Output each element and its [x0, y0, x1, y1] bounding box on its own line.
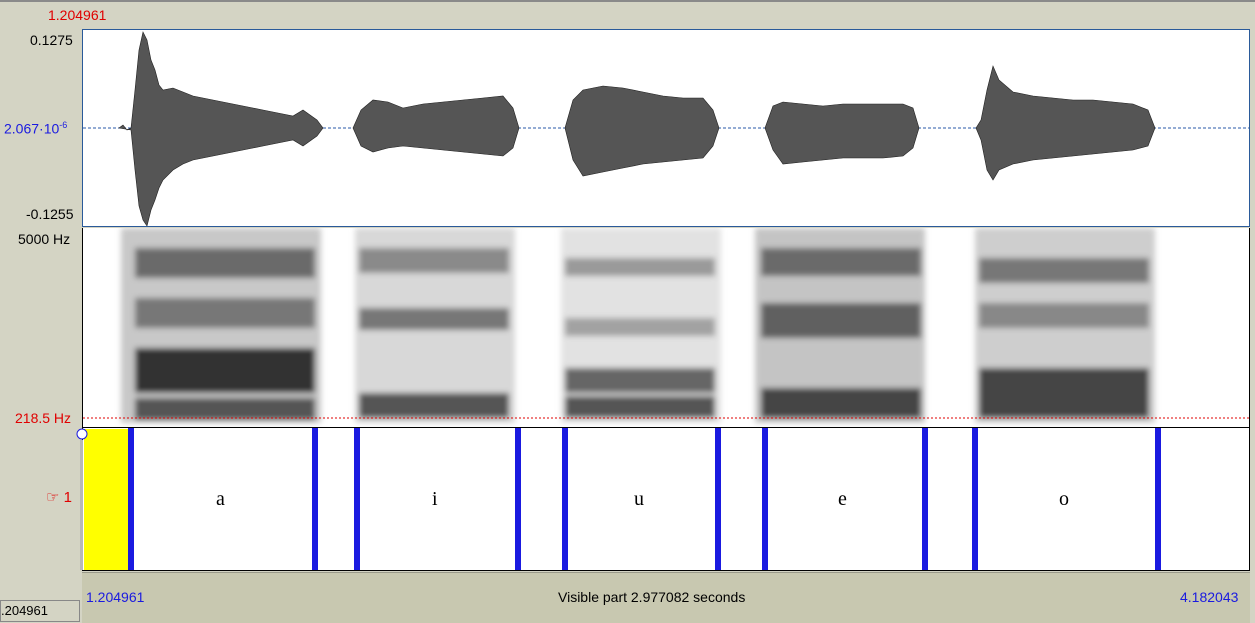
interval-boundary[interactable]	[1155, 428, 1161, 570]
selection-highlight	[84, 429, 129, 570]
visible-end-time[interactable]: 4.182043	[1180, 589, 1238, 605]
interval-label[interactable]: i	[432, 488, 438, 511]
time-bar[interactable]: 1.204961 Visible part 2.977082 seconds 4…	[82, 572, 1250, 623]
waveform-mid-label: 2.067·10-6	[4, 120, 68, 137]
tier-number-label[interactable]: ☞ 1	[46, 488, 72, 506]
interval-boundary[interactable]	[762, 428, 768, 570]
visible-part-label[interactable]: Visible part 2.977082 seconds	[558, 589, 745, 605]
spectrogram-graphic	[83, 228, 1249, 423]
interval-boundary[interactable]	[128, 428, 134, 570]
interval-label[interactable]: o	[1059, 488, 1069, 511]
tier-scroll-edge	[80, 440, 83, 570]
interval-boundary[interactable]	[312, 428, 318, 570]
spectrogram-max-label: 5000 Hz	[18, 231, 71, 247]
interval-boundary[interactable]	[515, 428, 521, 570]
waveform-panel[interactable]	[82, 29, 1250, 227]
cursor-time-label: 1.204961	[48, 7, 107, 23]
window-top-border	[0, 0, 1255, 2]
interval-boundary[interactable]	[354, 428, 360, 570]
waveform-graphic	[83, 31, 1249, 226]
interval-label[interactable]: u	[634, 488, 644, 511]
interval-label[interactable]: a	[216, 488, 225, 511]
interval-boundary[interactable]	[922, 428, 928, 570]
interval-label[interactable]: e	[838, 488, 847, 511]
total-start-time-box[interactable]: .204961	[0, 600, 80, 622]
textgrid-tier-panel[interactable]	[82, 427, 1250, 571]
waveform-min-label: -0.1255	[26, 206, 74, 222]
spectrogram-panel[interactable]	[82, 228, 1250, 427]
interval-boundary[interactable]	[562, 428, 568, 570]
visible-start-time[interactable]: 1.204961	[86, 589, 144, 605]
interval-boundary[interactable]	[972, 428, 978, 570]
tier-handle-icon[interactable]	[75, 427, 89, 441]
waveform-max-label: 0.1275	[30, 32, 73, 48]
spectrogram-min-label: 218.5 Hz	[15, 410, 72, 426]
interval-boundary[interactable]	[715, 428, 721, 570]
